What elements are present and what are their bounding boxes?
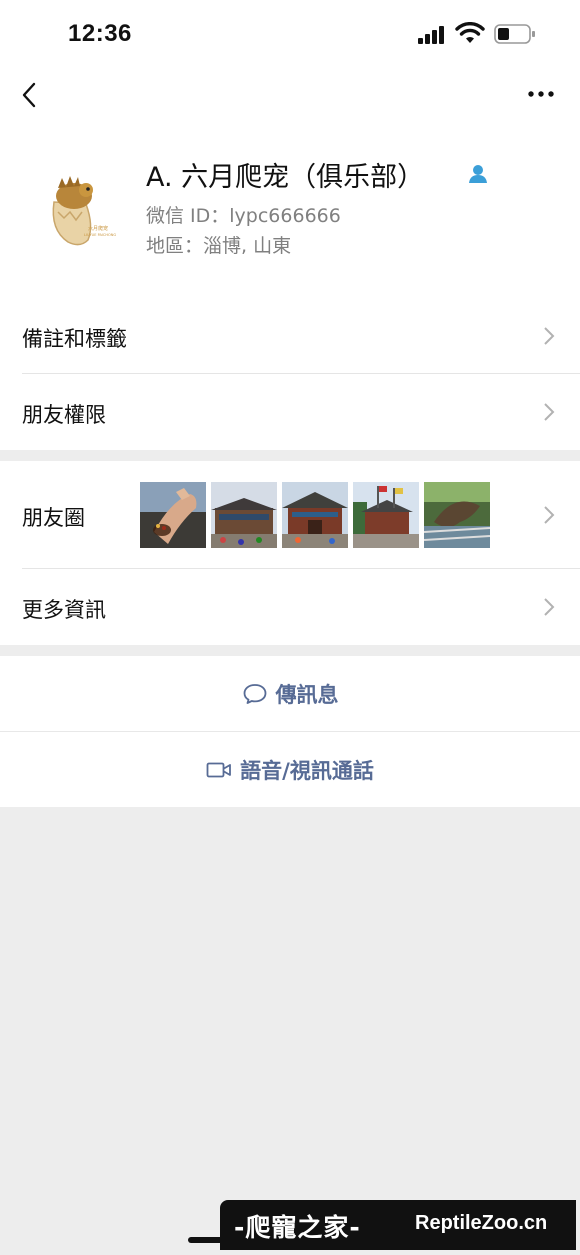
svg-text:LIUYUE PAICHONG: LIUYUE PAICHONG bbox=[84, 233, 116, 237]
voice-video-call-label: 語音/視訊通話 bbox=[240, 758, 374, 783]
remarks-tags-label: 備註和標籤 bbox=[22, 327, 127, 351]
watermark-en-text: ReptileZoo.cn bbox=[415, 1212, 548, 1234]
moment-photo bbox=[282, 482, 348, 548]
profile-name: A. 六月爬宠（俱乐部） bbox=[146, 162, 425, 193]
avatar[interactable]: 六月爬宠 LIUYUE PAICHONG bbox=[36, 168, 128, 250]
moments-cell[interactable]: 朋友圈 bbox=[0, 461, 580, 569]
cellular-signal-icon bbox=[418, 26, 448, 44]
wechat-id: 微信 ID：lypc666666 bbox=[146, 205, 341, 227]
remarks-tags-cell[interactable]: 備註和標籤 bbox=[0, 298, 580, 374]
chat-bubble-icon bbox=[243, 683, 266, 704]
friend-permissions-cell[interactable]: 朋友權限 bbox=[0, 374, 580, 450]
watermark-cn-text: -爬寵之家- bbox=[234, 1213, 361, 1242]
send-message-button[interactable]: 傳訊息 bbox=[0, 656, 580, 731]
chevron-right-icon bbox=[544, 506, 555, 524]
settings-section: 備註和標籤 朋友權限 bbox=[0, 298, 580, 450]
svg-text:六月爬宠: 六月爬宠 bbox=[88, 225, 108, 232]
more-info-label: 更多資訊 bbox=[22, 598, 106, 622]
moment-photo bbox=[353, 482, 419, 548]
contact-person-icon bbox=[469, 165, 487, 183]
chevron-right-icon bbox=[544, 403, 555, 421]
chevron-right-icon bbox=[544, 327, 555, 345]
send-message-label: 傳訊息 bbox=[275, 682, 339, 707]
moment-photo bbox=[211, 482, 277, 548]
more-info-cell[interactable]: 更多資訊 bbox=[0, 569, 580, 645]
back-icon[interactable] bbox=[18, 80, 42, 110]
moments-label: 朋友圈 bbox=[22, 506, 85, 530]
voice-video-call-button[interactable]: 語音/視訊通話 bbox=[0, 731, 580, 807]
moment-photo bbox=[140, 482, 206, 548]
moments-thumbnails bbox=[140, 482, 490, 548]
watermark: -爬寵之家- ReptileZoo.cn bbox=[220, 1200, 576, 1250]
video-camera-icon bbox=[206, 762, 232, 777]
more-options-icon[interactable] bbox=[526, 82, 556, 106]
nav-bar bbox=[0, 70, 580, 120]
profile-region: 地區：淄博, 山東 bbox=[146, 235, 292, 257]
status-bar: 12:36 bbox=[0, 0, 580, 70]
friend-permissions-label: 朋友權限 bbox=[22, 403, 106, 427]
wifi-icon bbox=[455, 22, 485, 43]
profile-header: 六月爬宠 LIUYUE PAICHONG A. 六月爬宠（俱乐部） 微信 ID：… bbox=[0, 120, 580, 298]
chevron-right-icon bbox=[544, 598, 555, 616]
info-section: 朋友圈 更多資訊 bbox=[0, 461, 580, 645]
status-time: 12:36 bbox=[68, 20, 132, 47]
moment-photo bbox=[424, 482, 490, 548]
battery-icon bbox=[494, 24, 535, 44]
